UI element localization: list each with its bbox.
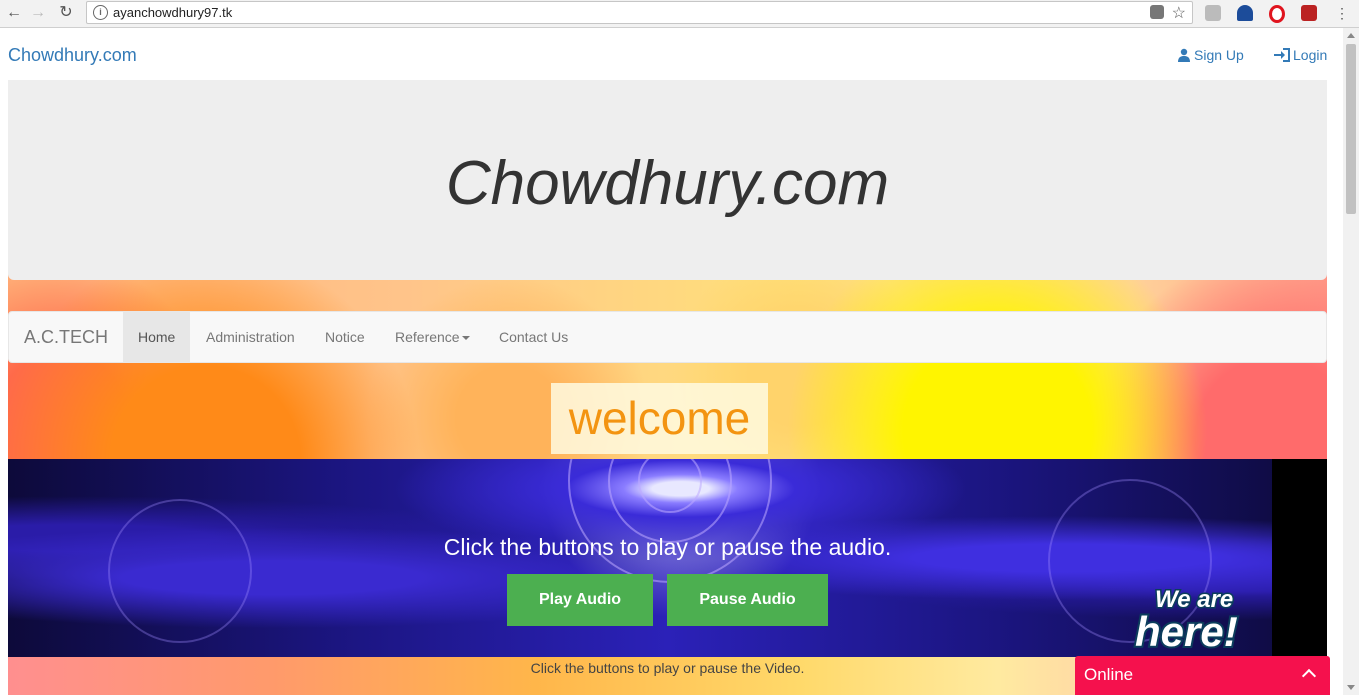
decor-ring (568, 459, 772, 583)
scrollbar-thumb[interactable] (1346, 44, 1356, 214)
extension-android-icon[interactable] (1205, 5, 1221, 21)
url-text: ayanchowdhury97.tk (113, 5, 233, 20)
site-brand-link[interactable]: Chowdhury.com (8, 45, 137, 66)
navbar-brand[interactable]: A.C.TECH (24, 327, 108, 348)
login-label: Login (1293, 47, 1328, 63)
nav-reference-dropdown[interactable]: Reference (380, 312, 485, 362)
chat-widget[interactable]: Online (1075, 656, 1330, 695)
badge-line-2: here! (1135, 608, 1238, 653)
address-bar[interactable]: i ayanchowdhury97.tk ☆ (86, 1, 1193, 24)
login-link[interactable]: Login (1274, 47, 1327, 63)
decor-ring (108, 499, 252, 643)
nav-home[interactable]: Home (123, 312, 191, 362)
forward-icon[interactable]: → (28, 3, 48, 23)
bookmark-star-icon[interactable]: ☆ (1172, 3, 1186, 23)
nav-contact-us[interactable]: Contact Us (484, 312, 583, 362)
we-are-here-badge: We are here! (1133, 585, 1240, 654)
audio-prompt: Click the buttons to play or pause the a… (443, 534, 892, 560)
scroll-down-arrow-icon[interactable] (1347, 685, 1355, 690)
jumbotron: Chowdhury.com (8, 80, 1327, 280)
translate-icon[interactable] (1150, 5, 1164, 19)
chat-status-label: Online (1084, 665, 1134, 684)
extension-v-icon[interactable] (1237, 5, 1253, 21)
scroll-up-arrow-icon[interactable] (1347, 33, 1355, 38)
main-navbar: A.C.TECH Home Administration Notice Refe… (8, 311, 1327, 363)
caret-down-icon (461, 336, 470, 341)
page-scrollbar[interactable] (1343, 28, 1359, 695)
user-icon (1178, 48, 1190, 62)
nav-administration[interactable]: Administration (191, 312, 310, 362)
play-audio-button[interactable]: Play Audio (507, 574, 653, 626)
browser-toolbar: ← → ↻ i ayanchowdhury97.tk ☆ ⋮ (0, 0, 1359, 28)
sign-up-label: Sign Up (1194, 47, 1244, 63)
chevron-up-icon[interactable] (1301, 668, 1317, 684)
login-icon (1274, 48, 1290, 62)
welcome-heading: welcome (551, 383, 768, 454)
menu-kebab-icon[interactable]: ⋮ (1332, 3, 1352, 23)
reload-icon[interactable]: ↻ (56, 3, 76, 23)
back-icon[interactable]: ← (4, 3, 24, 23)
pdf-extension-icon[interactable] (1301, 5, 1317, 21)
jumbotron-title: Chowdhury.com (445, 149, 890, 218)
nav-reference-label: Reference (395, 329, 460, 345)
pause-audio-button[interactable]: Pause Audio (667, 574, 828, 626)
sign-up-link[interactable]: Sign Up (1177, 47, 1244, 63)
nav-notice[interactable]: Notice (310, 312, 380, 362)
site-info-icon[interactable]: i (93, 5, 108, 20)
opera-icon[interactable] (1269, 5, 1285, 23)
audio-section: Click the buttons to play or pause the a… (8, 459, 1327, 657)
